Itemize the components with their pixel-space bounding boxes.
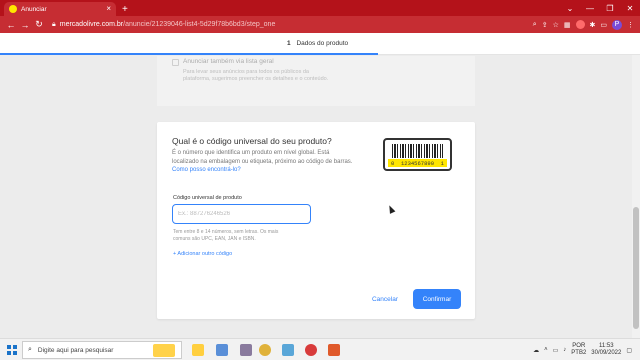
previous-section-card: Anunciar também via lista geral Para lev… — [157, 56, 475, 106]
barcode-number: 1234567890 — [400, 159, 434, 167]
menu-icon[interactable]: ⋮ — [627, 21, 634, 29]
tab-search-icon[interactable]: ⌄ — [560, 4, 580, 13]
lock-icon: 🔒︎ — [52, 20, 56, 28]
barcode-right-digit: 1 — [440, 159, 444, 167]
url-host: mercadolivre.com.br — [59, 21, 124, 28]
back-icon[interactable]: ← — [4, 20, 18, 30]
minimize-button[interactable]: — — [580, 4, 600, 13]
puzzle-icon[interactable]: ✱ — [590, 21, 596, 29]
browser-titlebar: Anunciar × + ⌄ — ❐ ✕ — [0, 0, 640, 16]
url-path: /anuncie/21239046-list4-5d29f78b6bd3/ste… — [123, 21, 276, 28]
search-icon: ⌕ — [28, 346, 32, 353]
clock-date: 30/09/2022 — [591, 350, 622, 356]
help-link[interactable]: Como posso encontrá-lo? — [172, 167, 241, 173]
listing-checkbox[interactable] — [172, 59, 179, 66]
close-window-button[interactable]: ✕ — [620, 4, 640, 13]
previous-section-title: Anunciar também via lista geral — [183, 58, 274, 65]
product-code-help: Tem entre 8 e 14 números, sem letras. Os… — [173, 229, 279, 243]
clock-time: 11:53 — [599, 342, 614, 349]
address-bar[interactable]: 🔒︎ mercadolivre.com.br /anuncie/21239046… — [52, 18, 482, 31]
card-description: É o número que identifica um produto em … — [172, 149, 357, 175]
forward-icon[interactable]: → — [18, 20, 32, 30]
mercadolivre-favicon-icon — [9, 5, 17, 13]
add-another-code-link[interactable]: + Adicionar outro código — [173, 251, 232, 257]
people-icon[interactable]: ☁ — [533, 347, 539, 354]
zoom-icon[interactable]: ⌕ — [533, 21, 537, 29]
maximize-button[interactable]: ❐ — [600, 4, 620, 13]
page-scrollbar[interactable] — [632, 55, 640, 338]
barcode-digits: 0 1234567890 1 — [388, 159, 447, 167]
chrome-active-icon[interactable] — [305, 344, 317, 356]
chrome-icon[interactable] — [259, 344, 271, 356]
step-progress-bar — [0, 53, 378, 55]
clock[interactable]: 11:53 30/09/2022 — [591, 343, 621, 357]
windows-start-icon[interactable] — [7, 345, 17, 355]
barcode-bars — [392, 144, 443, 158]
barcode-left-digit: 0 — [391, 159, 395, 167]
record-extension-icon[interactable] — [575, 20, 585, 29]
cancel-button[interactable]: Cancelar — [365, 289, 405, 309]
search-highlight-icon — [153, 344, 175, 357]
confirm-button[interactable]: Confirmar — [413, 289, 461, 309]
product-code-card: Qual é o código universal do seu produto… — [157, 122, 475, 319]
taskbar-search[interactable]: ⌕ Digite aqui para pesquisar — [22, 341, 182, 359]
step-title: 1 Dados do produto — [287, 40, 348, 47]
system-tray: ☁ ˄ ▭ ♪ POR PTB2 11:53 30/09/2022 ▢ — [533, 339, 640, 360]
taskbar-search-text: Digite aqui para pesquisar — [37, 346, 114, 354]
card-title: Qual é o código universal do seu produto… — [172, 136, 332, 146]
barcode-illustration: 0 1234567890 1 — [383, 138, 452, 171]
language-code: POR — [572, 342, 586, 349]
step-number: 1 — [287, 40, 291, 47]
network-icon[interactable]: ▭ — [553, 347, 559, 354]
browser-tab[interactable]: Anunciar × — [4, 2, 116, 16]
reload-icon[interactable]: ↻ — [32, 19, 46, 30]
notifications-icon[interactable]: ▢ — [626, 347, 632, 354]
tab-title: Anunciar — [21, 5, 47, 13]
language-indicator[interactable]: POR PTB2 — [571, 343, 586, 357]
step-label: Dados do produto — [296, 40, 349, 47]
keyboard-layout: PTB2 — [571, 350, 587, 356]
file-explorer-icon[interactable] — [192, 344, 204, 356]
product-code-input[interactable] — [172, 204, 311, 224]
app-icon[interactable] — [282, 344, 294, 356]
app-icon[interactable] — [240, 344, 252, 356]
new-tab-button[interactable]: + — [122, 4, 128, 15]
browser-toolbar: ← → ↻ 🔒︎ mercadolivre.com.br /anuncie/21… — [0, 16, 640, 33]
extension-icon[interactable]: ▦ — [564, 21, 571, 29]
app-icon[interactable] — [216, 344, 228, 356]
bookmark-star-icon[interactable]: ☆ — [553, 21, 559, 29]
toolbar-actions: ⌕ ⇪ ☆ ▦ ✱ ▭ P ⋮ — [533, 16, 634, 33]
window-controls: ⌄ — ❐ ✕ — [560, 0, 640, 16]
volume-icon[interactable]: ♪ — [563, 347, 566, 353]
tab-close-icon[interactable]: × — [106, 5, 111, 13]
profile-avatar[interactable]: P — [612, 19, 622, 30]
windows-taskbar: ⌕ Digite aqui para pesquisar ☁ ˄ ▭ ♪ POR… — [0, 338, 640, 360]
share-icon[interactable]: ⇪ — [542, 21, 548, 29]
app-icon[interactable] — [328, 344, 340, 356]
scrollbar-thumb[interactable] — [633, 207, 639, 329]
card-description-text: É o número que identifica um produto em … — [172, 150, 353, 165]
step-header: 1 Dados do produto — [0, 33, 640, 55]
product-code-label: Código universal de produto — [173, 195, 242, 201]
previous-section-description: Para levar seus anúncios para todos os p… — [183, 69, 329, 83]
chevron-up-icon[interactable]: ˄ — [544, 347, 548, 353]
sidebar-icon[interactable]: ▭ — [600, 21, 607, 29]
